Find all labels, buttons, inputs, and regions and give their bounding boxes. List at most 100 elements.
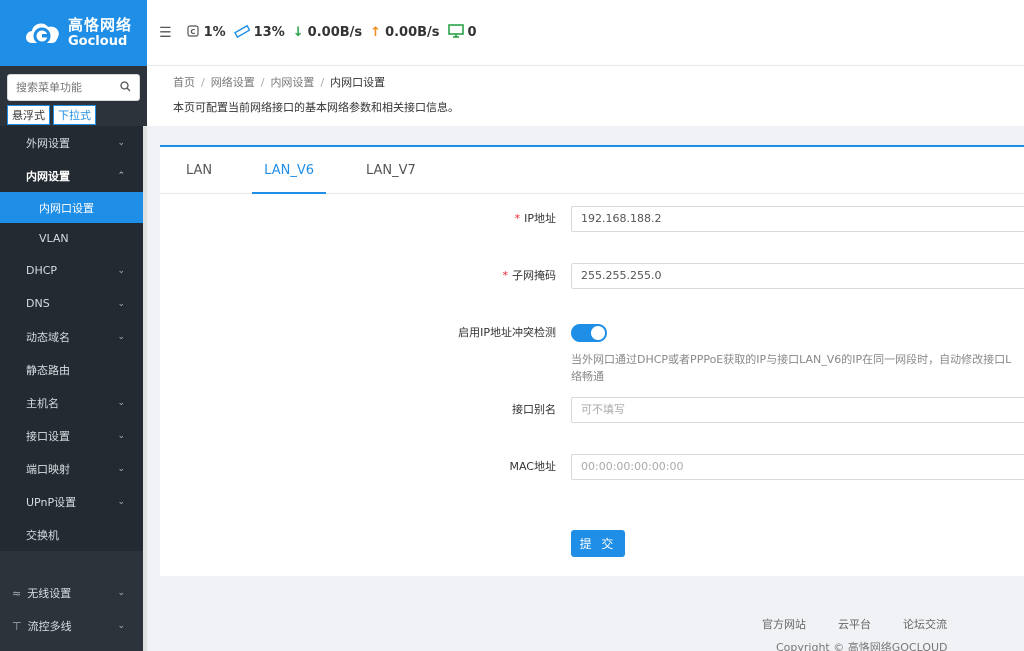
footer-links: 官方网站 云平台 论坛交流	[762, 616, 947, 632]
required-mark: *	[514, 212, 521, 225]
sidebar-item-label: 内网口设置	[39, 201, 94, 215]
chevron-down-icon: ⌄	[117, 298, 125, 309]
sidebar-item-flow-control[interactable]: ⊤ 流控多线 ⌄	[0, 609, 143, 642]
sidebar-item-vlan[interactable]: VLAN	[0, 223, 143, 254]
conflict-hint-line1: 当外网口通过DHCP或者PPPoE获取的IP与接口LAN_V6的IP在同一网段时…	[571, 353, 1012, 366]
sidebar: 高恪网络 Gocloud 悬浮式 下拉式 外网设置 ⌄ 内网设置 ⌃ 内网口设置	[0, 0, 147, 651]
sidebar-item-lan-port[interactable]: 内网口设置	[0, 192, 143, 223]
alias-row: 接口别名 可不填写	[160, 397, 1024, 423]
mask-row: * 子网掩码 255.255.255.0	[160, 263, 1024, 289]
sidebar-item-label: 静态路由	[26, 363, 70, 377]
copyright: Copyright © 高恪网络GOCLOUD	[776, 641, 948, 651]
ip-label: IP地址	[524, 212, 556, 225]
sidebar-item-label: 端口映射	[26, 462, 70, 476]
download-speed: ↓ 0.00B/s	[293, 25, 362, 40]
chevron-down-icon: ⌄	[117, 463, 125, 474]
footer-link-forum[interactable]: 论坛交流	[903, 616, 947, 632]
sidebar-item-static-route[interactable]: 静态路由	[0, 353, 143, 386]
sidebar-item-switch[interactable]: 交换机	[0, 518, 143, 551]
devices-value: 0	[467, 25, 477, 40]
page-description: 本页可配置当前网络接口的基本网络参数和相关接口信息。	[173, 101, 459, 114]
chevron-down-icon: ⌄	[117, 430, 125, 441]
upload-arrow-icon: ↑	[370, 25, 382, 40]
cpu-value: 1%	[203, 25, 226, 40]
chevron-down-icon: ⌄	[117, 265, 125, 276]
ip-address-field[interactable]: 192.168.188.2	[571, 206, 1024, 232]
sidebar-item-port-mapping[interactable]: 端口映射 ⌄	[0, 452, 143, 485]
sidebar-item-label: 接口设置	[26, 429, 70, 443]
cpu-icon: C	[186, 24, 200, 42]
memory-usage: 13%	[233, 24, 285, 42]
sidebar-item-label: UPnP设置	[26, 495, 77, 509]
mac-address-field[interactable]: 00:00:00:00:00:00	[571, 454, 1024, 480]
sidebar-item-label: 主机名	[26, 396, 59, 410]
sidebar-item-upnp[interactable]: UPnP设置 ⌄	[0, 485, 143, 518]
memory-icon	[233, 24, 251, 42]
sidebar-item-label: DNS	[26, 297, 50, 310]
sidebar-item-label: 无线设置	[27, 586, 72, 600]
sidebar-item-label: 流控多线	[27, 619, 72, 633]
menu-search-input[interactable]	[16, 81, 120, 94]
sidebar-item-label: 外网设置	[26, 136, 70, 150]
tab-lan-v7[interactable]: LAN_V7	[354, 147, 428, 193]
sidebar-item-lan[interactable]: 内网设置 ⌃	[0, 159, 143, 192]
menu-mode-switch: 悬浮式 下拉式	[7, 105, 96, 125]
wifi-icon: ≈	[12, 586, 22, 600]
search-icon[interactable]	[120, 80, 131, 95]
sidebar-item-dns[interactable]: DNS ⌄	[0, 287, 143, 320]
page-header: 首页 / 网络设置 / 内网设置 / 内网口设置 本页可配置当前网络接口的基本网络参数和相关…	[147, 66, 1024, 126]
logo[interactable]: 高恪网络 Gocloud	[0, 0, 147, 66]
brand-name-en: Gocloud	[68, 34, 128, 49]
conflict-row: 启用IP地址冲突检测	[160, 320, 1024, 346]
footer-link-cloud[interactable]: 云平台	[838, 616, 871, 632]
sidebar-item-interface[interactable]: 接口设置 ⌄	[0, 419, 143, 452]
breadcrumb-home[interactable]: 首页	[173, 76, 195, 89]
tab-lan-v6[interactable]: LAN_V6	[252, 147, 326, 194]
breadcrumb-network[interactable]: 网络设置	[211, 76, 255, 89]
upload-speed: ↑ 0.00B/s	[370, 25, 439, 40]
breadcrumb-current: 内网口设置	[330, 76, 386, 89]
cpu-usage: C 1%	[186, 24, 226, 42]
required-mark: *	[502, 269, 509, 282]
settings-card: LAN LAN_V6 LAN_V7 * IP地址 192.168.188.2 * 子…	[160, 145, 1024, 576]
dropdown-mode-button[interactable]: 下拉式	[53, 105, 96, 125]
sidebar-item-label: VLAN	[39, 232, 69, 245]
top-status-bar: ☰ C 1% 13% ↓ 0.00B/s ↑ 0.00B/s 0	[147, 0, 1024, 66]
chevron-down-icon: ⌄	[117, 587, 125, 598]
conflict-hint-line2: 络畅通	[571, 370, 604, 383]
chevron-down-icon: ⌄	[117, 137, 125, 148]
sidebar-item-label: DHCP	[26, 264, 58, 277]
sidebar-item-dhcp[interactable]: DHCP ⌄	[0, 254, 143, 287]
chevron-down-icon: ⌄	[117, 331, 125, 342]
monitor-icon	[447, 23, 464, 42]
menu-search[interactable]	[7, 74, 140, 101]
chevron-down-icon: ⌄	[117, 397, 125, 408]
sidebar-scrollbar[interactable]	[143, 126, 147, 651]
submit-button[interactable]: 提 交	[571, 530, 625, 557]
sidebar-item-hostname[interactable]: 主机名 ⌄	[0, 386, 143, 419]
chevron-down-icon: ⌄	[117, 620, 125, 631]
ip-row: * IP地址 192.168.188.2	[160, 206, 1024, 232]
download-value: 0.00B/s	[307, 25, 363, 40]
download-arrow-icon: ↓	[292, 25, 304, 40]
footer-link-official[interactable]: 官方网站	[762, 616, 806, 632]
svg-text:C: C	[190, 28, 195, 36]
tab-lan[interactable]: LAN	[174, 147, 224, 193]
sidebar-item-label: 内网设置	[26, 169, 70, 183]
conflict-detect-toggle[interactable]	[571, 324, 607, 342]
sidebar-item-wan[interactable]: 外网设置 ⌄	[0, 126, 143, 159]
sidebar-item-ddns[interactable]: 动态域名 ⌄	[0, 320, 143, 353]
upload-value: 0.00B/s	[385, 25, 440, 40]
sidebar-item-wireless[interactable]: ≈ 无线设置 ⌄	[0, 576, 143, 609]
breadcrumb-lan[interactable]: 内网设置	[270, 76, 314, 89]
floating-mode-button[interactable]: 悬浮式	[7, 105, 50, 125]
chevron-up-icon: ⌃	[117, 170, 125, 181]
menu-collapse-icon[interactable]: ☰	[159, 25, 172, 41]
alias-label: 接口别名	[512, 403, 556, 416]
alias-field[interactable]: 可不填写	[571, 397, 1024, 423]
flow-control-icon: ⊤	[12, 619, 22, 633]
conflict-detect-label: 启用IP地址冲突检测	[458, 326, 556, 339]
mac-label: MAC地址	[509, 460, 556, 473]
sidebar-item-label: 动态域名	[26, 330, 70, 344]
subnet-mask-field[interactable]: 255.255.255.0	[571, 263, 1024, 289]
